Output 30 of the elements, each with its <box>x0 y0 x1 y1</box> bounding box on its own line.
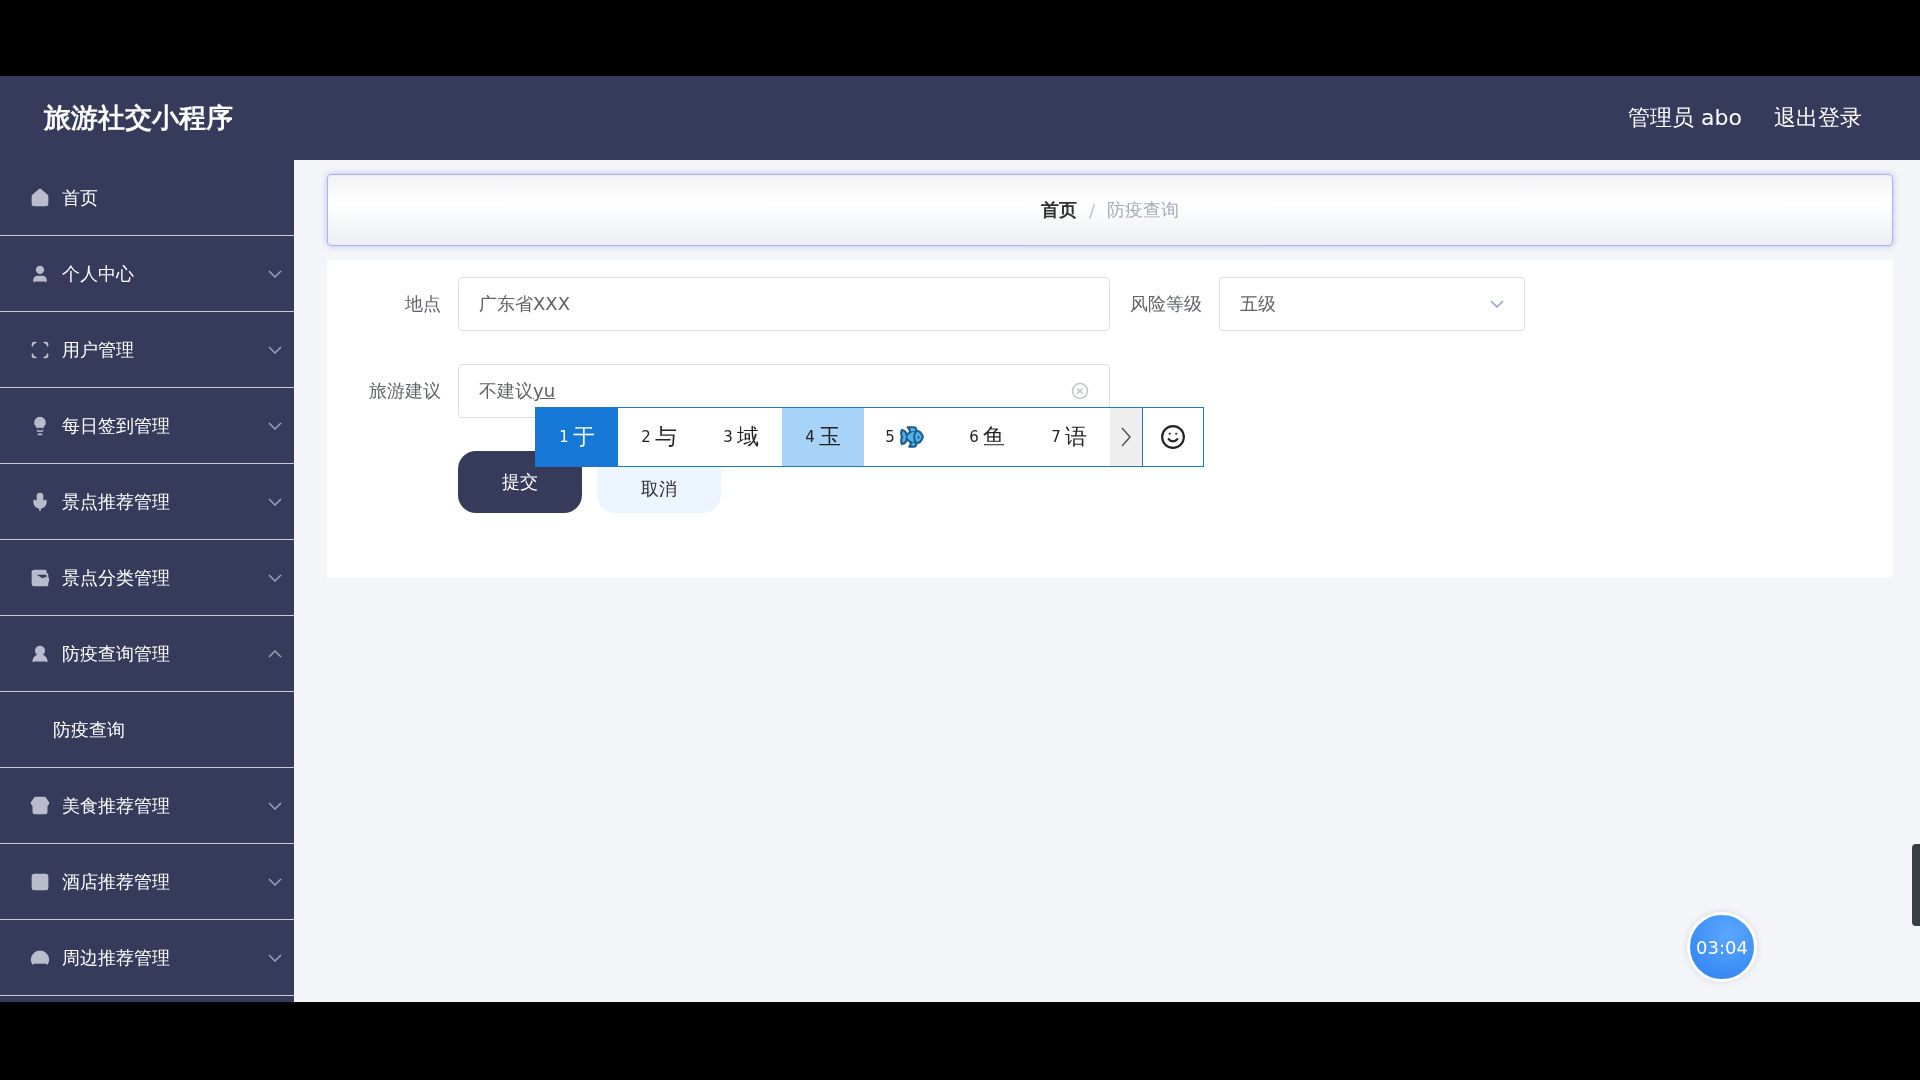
app-title: 旅游社交小程序 <box>44 101 233 135</box>
sidebar-item[interactable]: 首页 <box>0 160 294 236</box>
field-label: 旅游建议 <box>368 379 442 403</box>
ime-candidate[interactable]: 4 玉 <box>782 408 864 466</box>
field-label: 风险等级 <box>1129 292 1203 316</box>
fish-icon <box>898 424 925 450</box>
smiley-icon <box>1160 424 1186 450</box>
timer-badge: 03:04 <box>1687 912 1757 982</box>
field-label: 地点 <box>404 292 442 316</box>
breadcrumb-item[interactable]: 首页 <box>1040 198 1077 222</box>
breadcrumb-item: 防疫查询 <box>1107 198 1180 222</box>
sidebar-item[interactable]: 景点分类管理 <box>0 540 294 616</box>
sidebar-item[interactable]: 个人中心 <box>0 236 294 312</box>
next-page-button[interactable] <box>1110 408 1143 466</box>
input-field[interactable]: 广东省XXX <box>458 277 1110 331</box>
sidebar-item[interactable]: 酒店推荐管理 <box>0 844 294 920</box>
submenu-item[interactable]: 防疫查询 <box>0 692 294 768</box>
ime-candidate[interactable]: 1 于 <box>536 408 618 466</box>
sidebar-item[interactable]: 用户管理 <box>0 312 294 388</box>
sidebar-item[interactable]: 防疫查询管理 <box>0 616 294 692</box>
breadcrumb-separator: / <box>1088 199 1096 221</box>
chevron-right-icon <box>1121 427 1131 447</box>
submit-button[interactable]: 提交 <box>458 451 582 513</box>
select-field[interactable]: 五级 <box>1219 277 1525 331</box>
sidebar-item[interactable]: 美食推荐管理 <box>0 768 294 844</box>
sidebar-item[interactable]: 景点推荐管理 <box>0 464 294 540</box>
sidebar-item[interactable]: 周边推荐管理 <box>0 920 294 996</box>
logout-link[interactable]: 退出登录 <box>1774 103 1862 133</box>
sidebar-item[interactable]: 每日签到管理 <box>0 388 294 464</box>
user-name: 管理员 abo <box>1628 104 1742 132</box>
